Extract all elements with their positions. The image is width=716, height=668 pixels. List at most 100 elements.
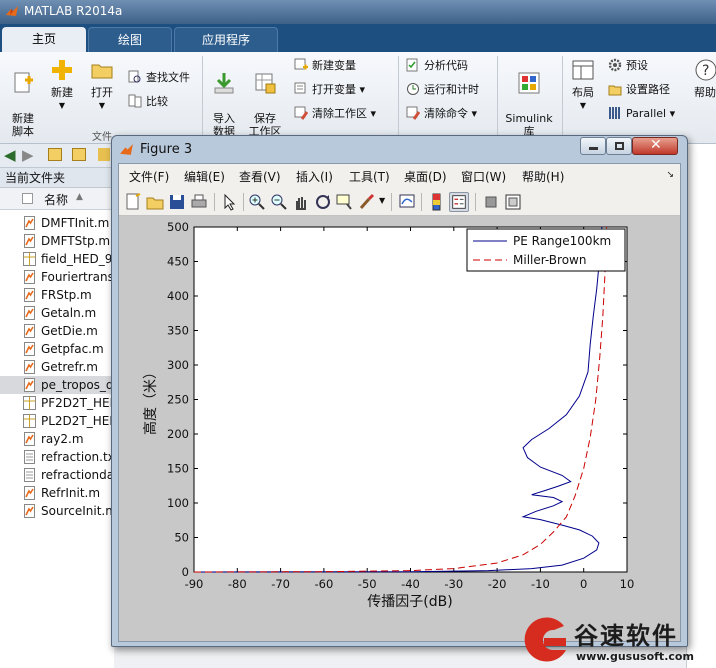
data-cursor-icon[interactable]	[335, 192, 355, 212]
new-variable-button[interactable]: 新建变量	[294, 58, 356, 74]
analyze-code-button[interactable]: 分析代码	[406, 58, 468, 74]
zoom-out-icon[interactable]	[269, 192, 289, 212]
y-tick-label: 500	[167, 220, 189, 234]
x-tick-label: -60	[315, 577, 334, 591]
file-list-item[interactable]: refractionda	[0, 466, 114, 484]
file-list-header[interactable]: 名称 ▲	[0, 188, 114, 210]
link-plot-icon[interactable]	[397, 192, 417, 212]
new-figure-icon[interactable]	[123, 192, 143, 212]
simulink-icon	[518, 72, 540, 94]
run-and-time-button[interactable]: 运行和计时	[406, 82, 479, 98]
axes-box[interactable]	[193, 226, 628, 573]
tab-home[interactable]: 主页	[2, 27, 86, 52]
colorbar-icon[interactable]	[427, 192, 447, 212]
file-list-item[interactable]: Getpfac.m	[0, 340, 114, 358]
preferences-button[interactable]: 预设	[608, 58, 648, 74]
name-column-header[interactable]: 名称	[44, 191, 68, 208]
simulink-library-button[interactable]: Simulink 库	[502, 58, 556, 138]
file-list-item[interactable]: RefrInit.m	[0, 484, 114, 502]
tab-plots[interactable]: 绘图	[88, 27, 172, 52]
y-tick-label: 400	[167, 289, 189, 303]
watermark: 谷速软件 www.gususoft.com	[514, 612, 716, 668]
figure-menu-item[interactable]: 桌面(D)	[404, 168, 447, 185]
file-list-item[interactable]: field_HED_9	[0, 250, 114, 268]
checkbox-icon[interactable]	[22, 193, 33, 204]
pan-hand-icon[interactable]	[291, 192, 311, 212]
y-tick-label: 450	[167, 255, 189, 269]
chart-svg[interactable]: -90 -80 -70 -60 -50 -40 -30 -20 -10 0 10 0 50 100 150…	[119, 217, 680, 641]
legend-icon[interactable]	[449, 192, 469, 212]
brush-dropdown-icon[interactable]: ▼	[379, 196, 385, 205]
legend[interactable]: PE Range100km Miller-Brown	[466, 228, 626, 272]
clear-workspace-button[interactable]: 清除工作区 ▾	[294, 106, 376, 122]
figure-menu-item[interactable]: 窗口(W)	[461, 168, 506, 185]
file-list-item[interactable]: Fouriertrans	[0, 268, 114, 286]
forward-arrow-icon[interactable]: ▶	[22, 146, 34, 164]
file-name: pe_tropos_d	[41, 378, 114, 392]
help-button[interactable]: ? 帮助	[694, 58, 716, 99]
file-list-item[interactable]: DMFTStp.m	[0, 232, 114, 250]
import-icon	[214, 73, 234, 94]
print-icon[interactable]	[189, 192, 209, 212]
m-file-icon	[24, 342, 35, 356]
x-tick-label: -80	[228, 577, 247, 591]
layout-button[interactable]: 布局 ▼	[568, 58, 598, 112]
back-arrow-icon[interactable]: ◀	[4, 146, 16, 164]
figure-window[interactable]: Figure 3 ✕ ↘ 文件(F) 编辑(E) 查看(V) 插入(I) 工具(T) 桌面…	[111, 135, 688, 647]
clear-commands-button[interactable]: 清除命令 ▾	[406, 106, 477, 122]
open-file-icon[interactable]	[145, 192, 165, 212]
new-button[interactable]: 新建 ▼	[46, 58, 78, 112]
figure-titlebar[interactable]: Figure 3 ✕	[112, 136, 687, 162]
path-folder-icon[interactable]	[98, 148, 110, 161]
file-list-item[interactable]: refraction.tx	[0, 448, 114, 466]
compare-button[interactable]: 比较	[128, 94, 168, 110]
new-script-button[interactable]: 新建 脚本	[6, 58, 40, 138]
maximize-icon	[615, 142, 624, 150]
open-button[interactable]: 打开 ▼	[86, 58, 118, 112]
figure-toolbar: ▼	[119, 188, 680, 216]
file-list-item[interactable]: Getrefr.m	[0, 358, 114, 376]
clear-commands-icon	[406, 106, 420, 120]
file-list-item[interactable]: pe_tropos_d	[0, 376, 114, 394]
sort-ascending-icon: ▲	[76, 192, 83, 202]
show-plot-tools-icon[interactable]	[503, 192, 523, 212]
save-workspace-button[interactable]: 保存 工作区	[246, 58, 284, 138]
open-variable-button[interactable]: 打开变量 ▾	[294, 82, 365, 98]
m-file-icon	[24, 360, 35, 374]
figure-menu-item[interactable]: 工具(T)	[349, 168, 390, 185]
zoom-in-icon[interactable]	[247, 192, 267, 212]
file-list-item[interactable]: PF2D2T_HED	[0, 394, 114, 412]
analyze-code-icon	[406, 58, 418, 72]
figure-menu-item[interactable]: 帮助(H)	[522, 168, 564, 185]
import-data-button[interactable]: 导入 数据	[208, 58, 240, 138]
figure-menu-item[interactable]: 查看(V)	[239, 168, 281, 185]
browse-folder-icon[interactable]	[72, 148, 86, 161]
hide-plot-tools-icon[interactable]	[481, 192, 501, 212]
set-path-button[interactable]: 设置路径	[608, 82, 670, 98]
close-button[interactable]: ✕	[632, 137, 678, 155]
menubar-dock-arrow[interactable]: ↘	[666, 170, 674, 180]
file-list-item[interactable]: PL2D2T_HED	[0, 412, 114, 430]
minimize-button[interactable]	[580, 137, 606, 155]
figure-menu-item[interactable]: 编辑(E)	[184, 168, 225, 185]
rotate-3d-icon[interactable]	[313, 192, 333, 212]
svg-text:?: ?	[702, 63, 709, 79]
file-list-item[interactable]: FRStp.m	[0, 286, 114, 304]
file-list-item[interactable]: ray2.m	[0, 430, 114, 448]
figure-menu-item[interactable]: 文件(F)	[129, 168, 169, 185]
file-name: ray2.m	[41, 432, 84, 446]
find-files-button[interactable]: 查找文件	[128, 70, 190, 86]
figure-menu-item[interactable]: 插入(I)	[296, 168, 333, 185]
toolbar-separator	[214, 193, 215, 211]
save-icon[interactable]	[167, 192, 187, 212]
brush-icon[interactable]	[357, 192, 377, 212]
file-list-item[interactable]: SourceInit.m	[0, 502, 114, 520]
parallel-button[interactable]: Parallel ▾	[608, 106, 675, 122]
maximize-button[interactable]	[606, 137, 632, 155]
tab-apps[interactable]: 应用程序	[174, 27, 278, 52]
select-arrow-icon[interactable]	[219, 192, 239, 212]
file-list-item[interactable]: Getaln.m	[0, 304, 114, 322]
up-folder-icon[interactable]	[48, 148, 62, 161]
file-list-item[interactable]: GetDie.m	[0, 322, 114, 340]
file-list-item[interactable]: DMFTInit.m	[0, 214, 114, 232]
